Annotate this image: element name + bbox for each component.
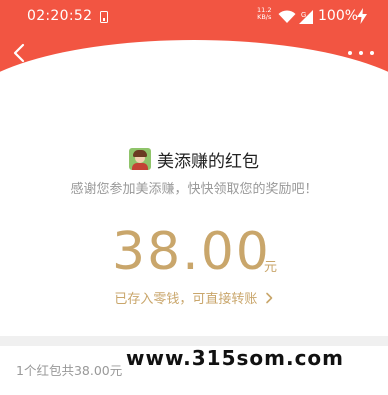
- currency-unit: 元: [264, 260, 278, 275]
- network-speed-unit: KB/s: [257, 13, 272, 21]
- svg-text:G: G: [301, 12, 306, 19]
- network-speed: 11.2 KB/s: [257, 7, 271, 21]
- packet-amount: 38.00: [112, 222, 271, 282]
- amount-row: 38.00 元: [0, 220, 388, 284]
- more-dots-icon: [348, 51, 352, 55]
- sim-card-icon: [100, 11, 108, 23]
- battery-level: 100%: [318, 8, 359, 24]
- section-divider: [0, 336, 388, 346]
- chevron-left-icon: [13, 43, 25, 63]
- wallet-transfer-link[interactable]: 已存入零钱，可直接转账: [0, 288, 388, 307]
- packet-title: 美添赚的红包: [157, 151, 259, 172]
- status-bar: 02:20:52 11.2 KB/s G 100%: [0, 0, 388, 34]
- packet-title-row: 美添赚的红包: [0, 146, 388, 172]
- back-button[interactable]: [6, 40, 32, 66]
- watermark-text: www.315som.com: [126, 346, 345, 370]
- wallet-link-label: 已存入零钱，可直接转账: [114, 292, 258, 307]
- wifi-icon: [278, 10, 296, 23]
- signal-icon: G: [299, 10, 313, 24]
- packet-summary: 1个红包共38.00元: [16, 363, 123, 378]
- more-options-button[interactable]: [348, 44, 374, 62]
- charging-bolt-icon: [357, 8, 367, 24]
- header-curve: [0, 40, 388, 92]
- sender-avatar: [129, 148, 151, 170]
- chevron-right-icon: [265, 292, 272, 304]
- status-time: 02:20:52: [27, 8, 93, 24]
- greeting-message: 感谢您参加美添赚，快快领取您的奖励吧！: [70, 182, 318, 197]
